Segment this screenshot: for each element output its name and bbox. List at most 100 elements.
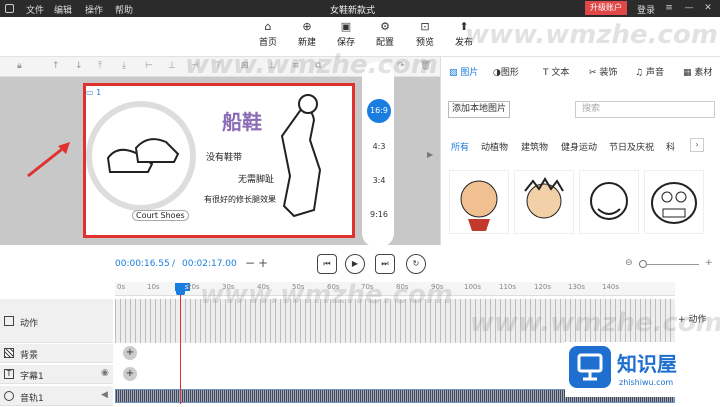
eye-icon[interactable]: ◉ [101,368,109,378]
menu-file[interactable]: 文件 [26,3,44,16]
ratio-9-16[interactable]: 9:16 [367,203,391,227]
brand-badge-icon [569,346,611,388]
scene-label: ▭ 1 [86,88,101,97]
canvas-caption[interactable]: Court Shoes [132,210,189,221]
track-motion-label: 动作 [20,319,39,329]
tab-images[interactable]: ▨ 图片 [449,63,478,83]
tick-label: 110s [499,283,517,291]
speaker-icon[interactable]: ◀ [101,390,108,400]
background-track-icon [4,348,14,358]
next-button[interactable]: ⏭ [375,254,395,274]
track-motion[interactable]: 动作 [0,299,113,343]
decor-icon: ✂ [589,68,597,78]
scene-canvas[interactable]: 船鞋 没有鞋带 无需脚趾 有很好的修长腿效果 Court Shoes [83,83,355,238]
menu-edit[interactable]: 编辑 [54,3,72,16]
login-link[interactable]: 登录 [637,3,655,16]
brand-logo: 知识屋 zhishiwu.com [565,342,717,397]
search-input[interactable]: 搜索 [575,101,715,118]
collapse-panel-icon[interactable]: ▶ [427,150,439,170]
category-animals-plants[interactable]: 动植物 [481,140,508,153]
time-plus-button[interactable]: + [258,256,268,270]
tab-assets-label: 素材 [694,68,713,78]
add-background-button[interactable]: + [123,346,137,360]
tab-decor-label: 装饰 [599,68,618,78]
zoom-in-icon[interactable]: + [705,258,713,268]
bring-front-icon[interactable]: ⤒ [98,61,102,71]
gear-icon: ⚙ [380,20,390,33]
brand-name: 知识屋 [617,352,677,376]
home-icon: ⌂ [264,20,272,33]
clipart-thumbnail[interactable] [579,170,639,234]
add-subtitle-button[interactable]: + [123,367,137,381]
zoom-handle[interactable] [639,260,647,268]
audio-track-icon [4,391,14,401]
canvas-line-3[interactable]: 有很好的修长腿效果 [204,194,276,205]
send-back-icon[interactable]: ⤓ [122,61,126,71]
canvas-line-1[interactable]: 没有鞋带 [206,150,242,163]
category-fitness[interactable]: 健身运动 [561,140,597,153]
tab-assets[interactable]: ▦ 素材 [683,63,712,83]
play-button[interactable]: ▶ [345,254,365,274]
canvas-line-2[interactable]: 无需脚趾 [238,172,274,185]
track-background[interactable]: 背景 [0,344,113,363]
scene-number: 1 [96,88,102,97]
ratio-4-3[interactable]: 4:3 [367,135,391,159]
track-background-label: 背景 [20,351,39,361]
clipart-thumbnail[interactable] [644,170,704,234]
red-arrow-annotation [27,142,70,178]
play-icon: ▶ [351,259,359,268]
category-buildings[interactable]: 建筑物 [521,140,548,153]
ratio-16-9[interactable]: 16:9 [367,99,391,123]
tick-label: 140s [602,283,620,291]
zoom-out-icon[interactable]: ⊖ [625,258,633,268]
track-audio[interactable]: 音轨1 ◀ [0,386,113,406]
total-time: 00:02:17.00 [182,259,237,269]
loop-button[interactable]: ↻ [406,254,426,274]
brand-url: zhishiwu.com [619,378,674,387]
zoom-slider[interactable]: ⊖ + [625,258,715,270]
tab-decor[interactable]: ✂ 装饰 [589,63,617,83]
add-local-image-button[interactable]: 添加本地图片 [448,101,510,118]
close-icon[interactable]: ✕ [702,2,714,14]
menu-help[interactable]: 帮助 [115,3,133,16]
tick-label: 120s [534,283,552,291]
preview-label: 预览 [415,38,434,48]
time-minus-button[interactable]: − [245,256,255,270]
save-label: 保存 [336,38,355,48]
ratio-3-4[interactable]: 3:4 [367,169,391,193]
lock-icon[interactable]: 🔒︎ [17,61,22,71]
tab-shapes[interactable]: ◑图形 [493,63,519,83]
watermark: www.wmzhe.com [470,308,720,338]
playhead-handle[interactable] [176,283,185,295]
upgrade-account-button[interactable]: 升级账户 [585,1,627,15]
minimize-icon[interactable]: — [683,2,695,14]
category-holidays[interactable]: 节日及庆祝 [609,140,654,153]
chevron-right-icon[interactable]: › [690,138,704,152]
tick-label: 0s [117,283,126,291]
move-down-icon[interactable]: ↓ [75,61,83,71]
settings-icon[interactable]: ≡ [663,2,675,14]
align-center-icon[interactable]: ⊥ [168,61,176,71]
track-subtitle[interactable]: T 字幕1 ◉ [0,365,113,384]
zoom-track [639,264,699,265]
align-left-icon[interactable]: ⊢ [145,61,153,71]
canvas-title-text[interactable]: 船鞋 [222,106,262,135]
camera-icon: ▭ [86,88,94,97]
tab-sound[interactable]: ♫ 声音 [635,63,664,83]
text-icon: T [543,68,549,78]
tick-label: 130s [568,283,586,291]
clipart-thumbnail[interactable] [449,170,509,234]
watermark: www.wmzhe.com [465,20,718,50]
tab-images-label: 图片 [460,68,479,78]
save-icon: ▣ [340,20,352,33]
move-up-icon[interactable]: ↑ [52,61,60,71]
track-subtitle-label: 字幕1 [20,372,44,382]
prev-button[interactable]: ⏮ [317,254,337,274]
menu-action[interactable]: 操作 [85,3,103,16]
clipart-thumbnail[interactable] [514,170,574,234]
playhead[interactable] [180,284,181,404]
category-all[interactable]: 所有 [451,140,469,153]
loop-icon: ↻ [412,259,420,268]
tab-text[interactable]: T 文本 [543,63,569,83]
category-more[interactable]: 科 [666,140,675,153]
